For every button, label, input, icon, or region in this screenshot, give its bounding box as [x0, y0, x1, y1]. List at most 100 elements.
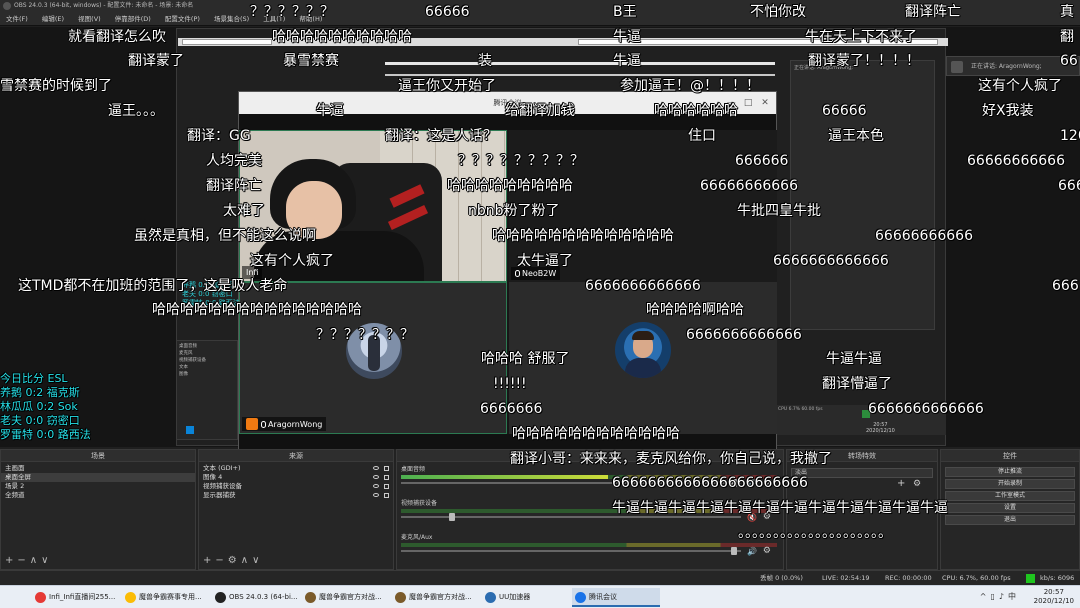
nested-scoreboard-line: 罗雷特 0:0 路西法	[182, 299, 240, 307]
speaker-avatar-icon	[951, 61, 963, 73]
volume-slider[interactable]	[401, 513, 741, 521]
tencent-meeting-icon	[575, 592, 586, 603]
studio-mode-button[interactable]: 工作室模式	[945, 491, 1075, 501]
taskbar-item-browser-wc3[interactable]: 魔兽争霸赛事专用...	[122, 588, 210, 607]
source-settings-icon[interactable]: ⚙	[228, 555, 241, 566]
menu-help[interactable]: 帮助(H)	[293, 12, 328, 26]
eye-icon[interactable]	[373, 466, 379, 470]
remove-source-icon[interactable]: −	[215, 555, 227, 566]
volume-slider[interactable]	[401, 547, 741, 555]
nested-clock: 20:57 2020/12/10	[866, 422, 895, 434]
gear-icon[interactable]: ⚙	[763, 512, 771, 522]
eye-icon[interactable]	[373, 475, 379, 479]
taskbar-item-obs[interactable]: OBS 24.0.3 (64-bi...	[212, 588, 300, 607]
eye-icon[interactable]	[373, 484, 379, 488]
volume-slider[interactable]	[401, 479, 741, 487]
volume-icon[interactable]: ♪	[999, 592, 1008, 601]
network-icon[interactable]: ▯	[990, 592, 998, 601]
video-tile-infi[interactable]: Infi	[239, 130, 507, 282]
add-transition-icon[interactable]: +	[897, 478, 905, 489]
menu-scene-collection[interactable]: 场景集合(S)	[208, 12, 255, 26]
uu-accelerator-icon	[485, 592, 496, 603]
scene-item[interactable]: 场景 2	[1, 482, 195, 491]
move-down-icon[interactable]: ∨	[41, 555, 52, 566]
eye-icon[interactable]	[373, 493, 379, 497]
transition-select[interactable]: 淡出	[791, 468, 933, 478]
start-recording-button[interactable]: 开始录制	[945, 479, 1075, 489]
mixer-channel-name: 桌面音频	[401, 466, 426, 473]
lock-icon[interactable]	[384, 493, 389, 498]
nested-scoreboard-line: 养鹅 0:2 福克斯	[182, 281, 233, 289]
taskbar-label: 魔兽争霸赛事专用...	[139, 593, 202, 601]
speaker-icon[interactable]: 🔊	[747, 547, 757, 556]
move-down-icon[interactable]: ∨	[252, 555, 263, 566]
video-tile-neob2w[interactable]: NeoB2W	[509, 130, 777, 282]
settings-button[interactable]: 设置	[945, 503, 1075, 513]
scene-item-selected[interactable]: 桌面全屏	[1, 473, 195, 482]
stop-streaming-button[interactable]: 停止推流	[945, 467, 1075, 477]
menu-docks[interactable]: 停靠部件(D)	[109, 12, 157, 26]
clock-time: 20:57	[1043, 588, 1064, 596]
volume-knob[interactable]	[731, 547, 738, 555]
avatar	[615, 322, 671, 378]
mixer-channel: 麦克风/Aux 🔊 ⚙	[401, 534, 779, 558]
taskbar-item-wc3-1[interactable]: 魔兽争霸官方对战...	[302, 588, 390, 607]
scenes-dock-title: 场景	[1, 450, 195, 462]
move-up-icon[interactable]: ∧	[30, 555, 41, 566]
video-tile-participant[interactable]	[509, 282, 777, 434]
scene-item[interactable]: 主画面	[1, 464, 195, 473]
close-icon[interactable]: ✕	[758, 92, 772, 114]
taskbar-item-wc3-2[interactable]: 魔兽争霸官方对战...	[392, 588, 480, 607]
source-item[interactable]: 图像 4	[199, 473, 393, 482]
taskbar-item-browser-infi[interactable]: Infi_Infi直播间255...	[32, 588, 120, 607]
taskbar-item-tencent-meeting[interactable]: 腾讯会议	[572, 588, 660, 607]
taskbar-item-uu[interactable]: UU加速器	[482, 588, 570, 607]
source-label: 视频捕获设备	[203, 482, 242, 490]
lock-icon[interactable]	[384, 484, 389, 489]
add-source-icon[interactable]: +	[203, 555, 215, 566]
tencent-meeting-logo-icon	[246, 418, 258, 430]
gear-icon[interactable]: ⚙	[913, 479, 921, 489]
move-up-icon[interactable]: ∧	[241, 555, 252, 566]
scenes-dock: 场景 主画面 桌面全屏 场景 2 全频道 +−∧∨	[0, 449, 196, 570]
source-item[interactable]: 文本 (GDI+)	[199, 464, 393, 473]
exit-button[interactable]: 退出	[945, 515, 1075, 525]
ime-icon[interactable]: 中	[1008, 592, 1020, 601]
system-tray[interactable]: ^▯♪中	[980, 591, 1020, 602]
source-item[interactable]: 视频捕获设备	[199, 482, 393, 491]
speaker-muted-icon[interactable]: 🔇	[747, 513, 757, 522]
tray-arrow-icon[interactable]: ^	[980, 592, 991, 601]
lock-icon[interactable]	[384, 466, 389, 471]
gear-icon[interactable]: ⚙	[763, 546, 771, 556]
menu-profile[interactable]: 配置文件(P)	[159, 12, 206, 26]
menu-view[interactable]: 视图(V)	[72, 12, 107, 26]
mixer-channel: 桌面音频 🔊 ⚙	[401, 466, 779, 490]
mic-icon	[261, 421, 266, 428]
lock-icon[interactable]	[384, 475, 389, 480]
menu-file[interactable]: 文件(F)	[0, 12, 34, 26]
menu-tools[interactable]: 工具(T)	[257, 12, 291, 26]
nested-scoreboard-line: 老夫 0:0 窃密口	[182, 290, 233, 298]
source-toolbar: +−⚙∧∨	[203, 555, 263, 566]
gear-icon[interactable]: ⚙	[763, 478, 771, 488]
video-tile-aragornwong[interactable]: AragornWong	[239, 282, 507, 434]
speaker-icon[interactable]: 🔊	[747, 479, 757, 488]
nested-dock-item: 视频捕获设备	[179, 358, 206, 363]
taskbar-clock[interactable]: 20:57 2020/12/10	[1034, 588, 1074, 606]
remove-scene-icon[interactable]: −	[17, 555, 29, 566]
sources-dock: 来源 文本 (GDI+) 图像 4 视频捕获设备 显示器捕获 +−⚙∧∨	[198, 449, 394, 570]
menu-edit[interactable]: 编辑(E)	[36, 12, 70, 26]
source-item[interactable]: 显示器捕获	[199, 491, 393, 500]
add-scene-icon[interactable]: +	[5, 555, 17, 566]
nested-chat-title: 正在讲话: AragornWong;	[794, 65, 853, 71]
volume-knob[interactable]	[449, 513, 455, 521]
participant-name: AragornWong	[268, 420, 323, 429]
minimize-icon[interactable]: —	[724, 92, 738, 114]
nested-browser-bar	[178, 38, 948, 46]
scene-item[interactable]: 全频道	[1, 491, 195, 500]
warcraft-icon	[305, 592, 316, 603]
taskbar-label: 腾讯会议	[589, 593, 617, 601]
chrome-icon	[125, 592, 136, 603]
maximize-icon[interactable]: □	[741, 92, 755, 114]
volume-knob[interactable]	[731, 479, 738, 487]
